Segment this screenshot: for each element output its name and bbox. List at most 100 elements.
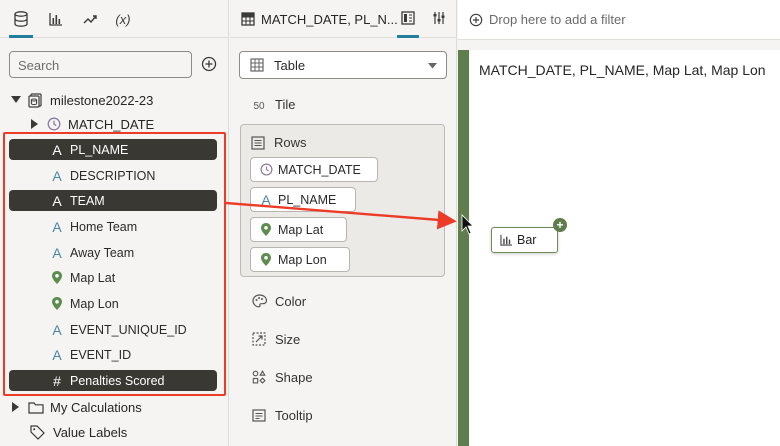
- field-home-team[interactable]: A Home Team: [9, 216, 217, 237]
- tooltip-section[interactable]: Tooltip: [251, 405, 313, 425]
- analytics-tab[interactable]: [77, 6, 103, 32]
- field-label: Away Team: [70, 245, 135, 260]
- rows-pill-map-lon[interactable]: Map Lon: [250, 247, 350, 272]
- field-label: EVENT_ID: [70, 347, 132, 362]
- filter-placeholder: Drop here to add a filter: [489, 12, 626, 27]
- collapse-arrow-icon[interactable]: [10, 96, 22, 104]
- attribute-icon: A: [52, 192, 62, 209]
- trend-icon: [83, 15, 97, 24]
- grammar-icon: [401, 11, 415, 25]
- bar-chip-label: Bar: [517, 233, 537, 247]
- size-icon: [251, 331, 267, 347]
- clock-icon: [47, 117, 61, 131]
- data-tab[interactable]: [8, 6, 34, 38]
- field-label: EVENT_UNIQUE_ID: [70, 322, 187, 337]
- table-icon: [241, 12, 255, 26]
- add-filter-icon: [469, 13, 483, 26]
- dataset-icon: [28, 92, 42, 108]
- clock-icon: [259, 163, 273, 176]
- visualization-type-select[interactable]: Table: [239, 51, 447, 79]
- calculations-tab[interactable]: (x): [110, 6, 136, 32]
- shape-icon: [251, 369, 267, 385]
- field-label: DESCRIPTION: [70, 168, 156, 183]
- sliders-icon: [433, 12, 445, 24]
- visualization-type-label: Table: [274, 57, 306, 73]
- bar-drag-chip[interactable]: Bar: [491, 227, 558, 253]
- drop-target-indicator: [458, 50, 469, 446]
- field-event-unique-id[interactable]: A EVENT_UNIQUE_ID: [9, 319, 217, 340]
- field-label: PL_NAME: [70, 142, 129, 157]
- field-label: Map Lon: [70, 296, 119, 311]
- rows-label: Rows: [274, 135, 307, 150]
- attribute-icon: A: [52, 244, 62, 261]
- rows-pill-map-lat[interactable]: Map Lat: [250, 217, 347, 242]
- data-panel: (x) Search milestone2022-23 MATCH_DATE A…: [0, 0, 229, 446]
- field-event-id[interactable]: A EVENT_ID: [9, 344, 217, 365]
- tile-label: Tile: [275, 96, 296, 112]
- size-label: Size: [275, 331, 301, 347]
- attribute-icon: A: [261, 191, 271, 208]
- field-map-lon[interactable]: Map Lon: [9, 293, 217, 314]
- folder-icon: [28, 401, 44, 414]
- field-label: TEAM: [70, 193, 105, 208]
- my-calculations-label: My Calculations: [50, 399, 142, 415]
- value-labels-node[interactable]: Value Labels: [30, 421, 127, 443]
- add-dataset-icon[interactable]: [201, 56, 217, 72]
- chevron-down-icon: [428, 63, 437, 69]
- tile-icon: 50: [253, 101, 265, 112]
- field-map-lat[interactable]: Map Lat: [9, 267, 217, 288]
- field-away-team[interactable]: A Away Team: [9, 242, 217, 263]
- field-label: Penalties Scored: [70, 373, 165, 388]
- rows-icon: [251, 135, 265, 150]
- function-icon: (x): [115, 11, 131, 27]
- field-label: Home Team: [70, 219, 138, 234]
- visualization-title: MATCH_DATE, PL_N...: [261, 12, 398, 27]
- attribute-icon: A: [52, 346, 62, 363]
- location-pin-icon: [259, 223, 273, 236]
- dataset-label: milestone2022-23: [50, 92, 154, 108]
- bar-chart-icon: [49, 13, 62, 26]
- pill-label: MATCH_DATE: [278, 162, 361, 177]
- value-labels-label: Value Labels: [53, 424, 128, 440]
- bar-chart-icon: [500, 234, 513, 246]
- add-plus-icon: +: [553, 218, 567, 232]
- shape-section[interactable]: Shape: [251, 367, 313, 387]
- tooltip-icon: [251, 407, 267, 423]
- size-section[interactable]: Size: [251, 329, 300, 349]
- grammar-tab[interactable]: [397, 6, 419, 38]
- pill-label: Map Lon: [278, 252, 327, 267]
- search-input[interactable]: Search: [9, 51, 192, 78]
- color-section[interactable]: Color: [251, 291, 306, 311]
- attribute-icon: A: [52, 141, 62, 158]
- rows-pill-pl-name[interactable]: A PL_NAME: [250, 187, 356, 212]
- match-date-node[interactable]: MATCH_DATE: [29, 113, 154, 135]
- field-description[interactable]: A DESCRIPTION: [9, 165, 217, 186]
- tooltip-label: Tooltip: [275, 407, 313, 423]
- color-label: Color: [275, 293, 307, 309]
- rows-pill-match-date[interactable]: MATCH_DATE: [250, 157, 378, 182]
- rows-drop-zone[interactable]: Rows MATCH_DATE A PL_NAME Map Lat Map Lo…: [240, 124, 445, 277]
- visualizations-tab[interactable]: [43, 6, 69, 32]
- expand-arrow-icon[interactable]: [10, 402, 22, 412]
- canvas-title: MATCH_DATE, PL_NAME, Map Lat, Map Lon: [479, 62, 766, 78]
- measure-icon: #: [53, 372, 61, 389]
- field-team[interactable]: A TEAM: [9, 190, 217, 211]
- table-icon: [250, 58, 264, 72]
- tag-icon: [30, 424, 45, 440]
- filter-bar[interactable]: Drop here to add a filter: [458, 0, 780, 40]
- data-panel-tabs: (x): [0, 0, 229, 38]
- grammar-header: MATCH_DATE, PL_N...: [230, 0, 457, 38]
- shape-label: Shape: [275, 369, 313, 385]
- location-pin-icon: [259, 253, 273, 266]
- expand-arrow-icon[interactable]: [29, 119, 41, 129]
- field-pl-name[interactable]: A PL_NAME: [9, 139, 217, 160]
- properties-tab[interactable]: [428, 6, 450, 32]
- pill-label: PL_NAME: [278, 192, 337, 207]
- field-penalties-scored[interactable]: # Penalties Scored: [9, 370, 217, 391]
- dataset-node[interactable]: milestone2022-23: [10, 89, 153, 111]
- location-pin-icon: [48, 271, 66, 284]
- tile-section[interactable]: 50 Tile: [251, 94, 295, 114]
- attribute-icon: A: [52, 321, 62, 338]
- grammar-panel: MATCH_DATE, PL_N... Table 50 Tile Rows M…: [230, 0, 457, 446]
- my-calculations-node[interactable]: My Calculations: [10, 396, 142, 418]
